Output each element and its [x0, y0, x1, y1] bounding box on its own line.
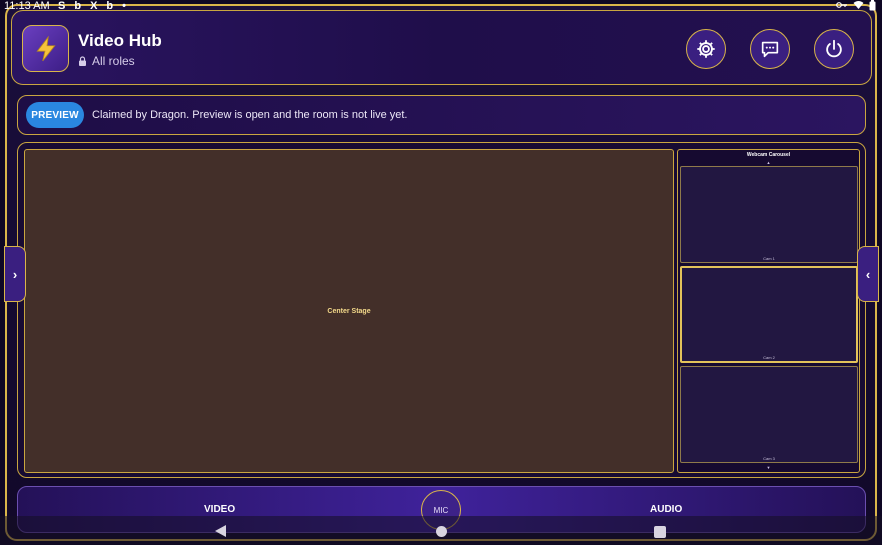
- power-icon: [826, 39, 842, 58]
- chat-button[interactable]: [750, 29, 790, 69]
- wifi-icon: [853, 1, 864, 9]
- webcam-label: Cam 2: [763, 355, 775, 360]
- carousel-up-icon[interactable]: ▲: [678, 160, 859, 165]
- page-title: Video Hub: [78, 31, 162, 50]
- preview-badge[interactable]: PREVIEW: [26, 102, 84, 128]
- power-button[interactable]: [814, 29, 854, 69]
- webcam-tile-1[interactable]: Cam 1: [680, 166, 858, 263]
- notification-s-icon: S: [58, 0, 66, 12]
- role-label: All roles: [92, 54, 135, 68]
- chevron-right-icon: ›: [12, 266, 18, 282]
- center-stage-label: Center Stage: [327, 307, 371, 315]
- status-bar: 11:13 AM S b X b •: [0, 0, 882, 14]
- lightning-icon: [35, 35, 56, 61]
- webcam-tile-3[interactable]: Cam 3: [680, 366, 858, 463]
- notification-x-icon: X: [90, 0, 98, 12]
- video-tab[interactable]: VIDEO: [204, 504, 235, 515]
- right-drawer-tab[interactable]: ‹: [857, 246, 879, 302]
- app-header: Video Hub All roles: [11, 10, 872, 85]
- status-notification-icons: S b X b •: [58, 0, 126, 12]
- mic-label: MIC: [433, 505, 449, 515]
- audio-tab[interactable]: AUDIO: [650, 504, 682, 515]
- chevron-left-icon: ‹: [865, 266, 871, 282]
- settings-icon: [697, 40, 715, 58]
- app-logo[interactable]: [22, 25, 69, 72]
- settings-button[interactable]: [686, 29, 726, 69]
- key-icon: [836, 2, 847, 8]
- webcam-carousel: Webcam Carousel ▲ Cam 1 Cam 2 Cam 3 ▼: [677, 149, 860, 473]
- carousel-title: Webcam Carousel: [746, 152, 791, 158]
- notification-dot-icon: •: [122, 0, 127, 12]
- carousel-down-icon[interactable]: ▼: [678, 465, 859, 470]
- preview-message: Claimed by Dragon. Preview is open and t…: [92, 109, 408, 121]
- left-drawer-tab[interactable]: ›: [4, 246, 26, 302]
- lock-icon: [79, 56, 86, 66]
- system-navigation-bar: [0, 516, 882, 545]
- role-indicator: All roles: [78, 54, 135, 68]
- preview-banner: PREVIEW Claimed by Dragon. Preview is op…: [17, 95, 866, 135]
- back-icon[interactable]: [215, 525, 226, 537]
- stage-panel: Center Stage Webcam Carousel ▲ Cam 1 Cam…: [17, 142, 866, 478]
- webcam-label: Cam 3: [763, 456, 775, 461]
- center-stage[interactable]: Center Stage: [24, 149, 674, 473]
- webcam-tile-2[interactable]: Cam 2: [680, 266, 858, 363]
- notification-b2-icon: b: [106, 0, 114, 12]
- webcam-label: Cam 1: [763, 256, 775, 261]
- chat-icon: [761, 41, 779, 58]
- notification-b-icon: b: [74, 0, 82, 12]
- battery-icon: [869, 0, 876, 11]
- recent-apps-icon[interactable]: [654, 526, 666, 538]
- status-time: 11:13 AM: [4, 0, 50, 12]
- home-icon[interactable]: [436, 526, 447, 537]
- status-system-icons: [836, 0, 876, 11]
